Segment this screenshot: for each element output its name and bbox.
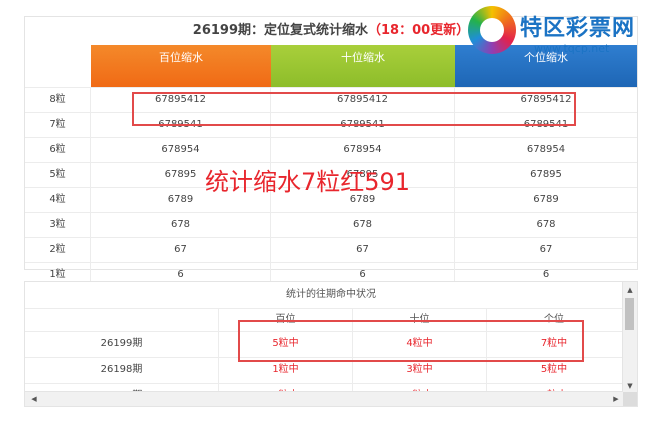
table-row: 6粒 678954 678954 678954: [25, 137, 637, 162]
header-hundreds: 百位缩水: [91, 45, 271, 87]
history-table: 统计的往期命中状况 百位 十位 个位 26199期 5粒中 4粒中 7粒中 26…: [24, 281, 638, 407]
table-row: 8粒 67895412 67895412 67895412: [25, 87, 637, 112]
scroll-thumb[interactable]: [625, 298, 634, 330]
table-row: 26199期 5粒中 4粒中 7粒中: [25, 332, 637, 358]
horizontal-scrollbar[interactable]: ◀ ▶: [25, 391, 623, 406]
header-tens: 十位缩水: [271, 45, 455, 87]
scroll-down-icon[interactable]: ▼: [623, 380, 637, 392]
table-row: 7粒 6789541 6789541 6789541: [25, 112, 637, 137]
update-time: （18：00更新）: [368, 23, 470, 38]
swirl-logo-icon: [468, 6, 516, 54]
logo-name: 特区彩票网: [520, 16, 636, 41]
table-row: 2粒 67 67 67: [25, 237, 637, 262]
scroll-right-icon[interactable]: ▶: [609, 392, 623, 406]
history-title: 统计的往期命中状况: [25, 282, 637, 309]
annotation-text: 统计缩水7粒红591: [205, 168, 411, 196]
logo-url: www.tqcp.net: [534, 42, 610, 55]
table-row: 26198期 1粒中 3粒中 5粒中: [25, 358, 637, 384]
scroll-up-icon[interactable]: ▲: [623, 284, 637, 296]
vertical-scrollbar[interactable]: ▲ ▼: [622, 282, 637, 392]
scroll-left-icon[interactable]: ◀: [27, 392, 41, 406]
table-row: 3粒 678 678 678: [25, 212, 637, 237]
site-logo[interactable]: 特区彩票网 www.tqcp.net: [464, 4, 659, 60]
history-headers: 百位 十位 个位: [25, 309, 637, 332]
